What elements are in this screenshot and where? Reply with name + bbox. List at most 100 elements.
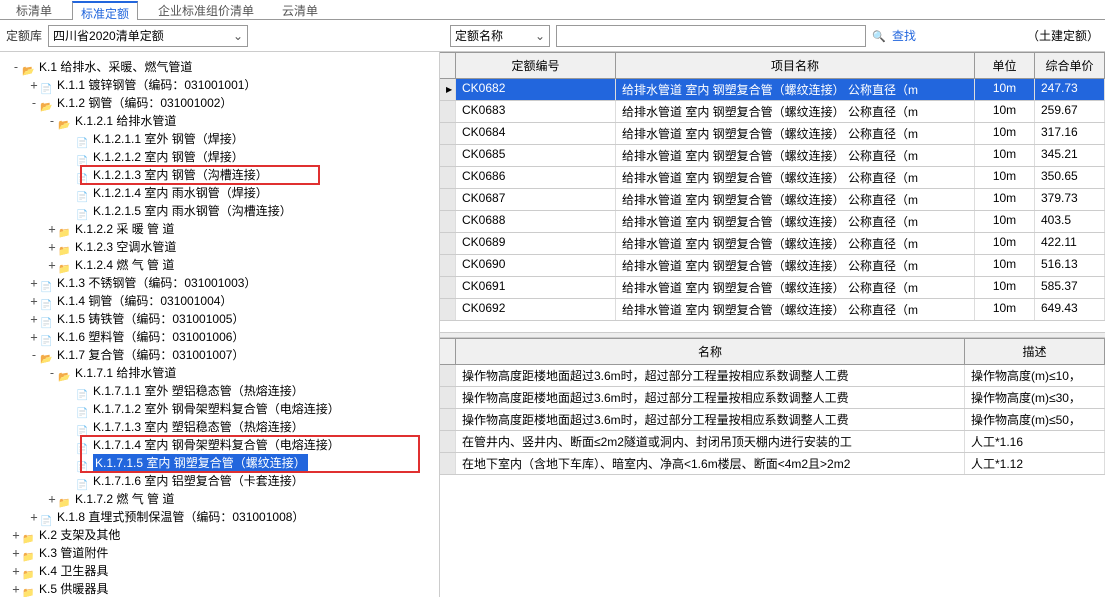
main-grid[interactable]: 定额编号 项目名称 单位 综合单价 CK0682给排水管道 室内 钢塑复合管（螺…: [440, 52, 1105, 332]
tree-label: K.1.7.1 给排水管道: [75, 364, 176, 382]
detail-grid[interactable]: 名称 描述 操作物高度距楼地面超过3.6m时，超过部分工程量按相应系数调整人工费…: [440, 338, 1105, 597]
tree-node[interactable]: K.1.2.1.1 室外 钢管（焊接）: [2, 130, 437, 148]
tree-node[interactable]: +K.4 卫生器具: [2, 562, 437, 580]
cell-price: 516.13: [1035, 255, 1105, 276]
tree-node[interactable]: +K.1.2.4 燃 气 管 道: [2, 256, 437, 274]
tree-node[interactable]: K.1.2.1.4 室内 雨水钢管（焊接）: [2, 184, 437, 202]
table-row[interactable]: 操作物高度距楼地面超过3.6m时，超过部分工程量按相应系数调整人工费操作物高度(…: [440, 409, 1105, 431]
table-row[interactable]: 操作物高度距楼地面超过3.6m时，超过部分工程量按相应系数调整人工费操作物高度(…: [440, 365, 1105, 387]
expand-icon[interactable]: +: [28, 328, 40, 346]
table-row[interactable]: CK0684给排水管道 室内 钢塑复合管（螺纹连接） 公称直径（m10m317.…: [440, 123, 1105, 145]
tab-0[interactable]: 标清单: [8, 0, 60, 19]
find-button[interactable]: 查找: [892, 27, 916, 44]
cell-desc: 操作物高度(m)≤30，: [965, 387, 1105, 408]
tab-3[interactable]: 云清单: [274, 0, 326, 19]
file-icon: [40, 313, 54, 325]
expand-icon[interactable]: +: [28, 76, 40, 94]
table-row[interactable]: CK0691给排水管道 室内 钢塑复合管（螺纹连接） 公称直径（m10m585.…: [440, 277, 1105, 299]
tree-node[interactable]: +K.1.8 直埋式预制保温管（编码：031001008）: [2, 508, 437, 526]
table-row[interactable]: CK0686给排水管道 室内 钢塑复合管（螺纹连接） 公称直径（m10m350.…: [440, 167, 1105, 189]
filter-select[interactable]: 定额名称 ⌄: [450, 25, 550, 47]
table-row[interactable]: CK0688给排水管道 室内 钢塑复合管（螺纹连接） 公称直径（m10m403.…: [440, 211, 1105, 233]
chevron-down-icon: ⌄: [535, 29, 545, 43]
tree-node[interactable]: -K.1.2.1 给排水管道: [2, 112, 437, 130]
tab-1[interactable]: 标准定额: [72, 1, 138, 20]
tree-node[interactable]: +K.5 供暖器具: [2, 580, 437, 597]
table-row[interactable]: CK0692给排水管道 室内 钢塑复合管（螺纹连接） 公称直径（m10m649.…: [440, 299, 1105, 321]
expand-icon[interactable]: +: [10, 544, 22, 562]
tree-node[interactable]: -K.1.7 复合管（编码：031001007）: [2, 346, 437, 364]
cell-price: 345.21: [1035, 145, 1105, 166]
tree-node[interactable]: + K.1.4 铜管（编码：031001004）: [2, 292, 437, 310]
table-row[interactable]: CK0683给排水管道 室内 钢塑复合管（螺纹连接） 公称直径（m10m259.…: [440, 101, 1105, 123]
tree-node[interactable]: +K.2 支架及其他: [2, 526, 437, 544]
tree-node[interactable]: K.1.2.1.5 室内 雨水钢管（沟槽连接）: [2, 202, 437, 220]
table-row[interactable]: CK0685给排水管道 室内 钢塑复合管（螺纹连接） 公称直径（m10m345.…: [440, 145, 1105, 167]
expand-icon[interactable]: +: [10, 562, 22, 580]
expand-icon[interactable]: +: [46, 220, 58, 238]
expand-icon[interactable]: +: [28, 310, 40, 328]
table-row[interactable]: CK0690给排水管道 室内 钢塑复合管（螺纹连接） 公称直径（m10m516.…: [440, 255, 1105, 277]
toolbar: 定额库 四川省2020清单定额 ⌄ 定额名称 ⌄ 查找 （土建定额）: [0, 20, 1105, 52]
detail-col-name[interactable]: 名称: [456, 339, 965, 364]
tree-panel[interactable]: -K.1 给排水、采暖、燃气管道+K.1.1 镀锌钢管（编码：031001001…: [0, 52, 440, 597]
table-row[interactable]: 在管井内、竖井内、断面≤2m2隧道或洞内、封闭吊顶天棚内进行安装的工人工*1.1…: [440, 431, 1105, 453]
expand-icon[interactable]: +: [10, 526, 22, 544]
tree-node[interactable]: K.1.7.1.4 室内 钢骨架塑料复合管（电熔连接）: [2, 436, 437, 454]
expand-icon[interactable]: -: [10, 58, 22, 76]
expand-icon[interactable]: +: [46, 238, 58, 256]
tree-node[interactable]: K.1.2.1.3 室内 钢管（沟槽连接）: [2, 166, 437, 184]
expand-icon[interactable]: -: [28, 94, 40, 112]
file-icon: [40, 79, 54, 91]
tree-node[interactable]: +K.3 管道附件: [2, 544, 437, 562]
col-price[interactable]: 综合单价: [1035, 53, 1105, 78]
tree-node[interactable]: +K.1.1 镀锌钢管（编码：031001001）: [2, 76, 437, 94]
tree-node[interactable]: -K.1.2 钢管（编码：031001002）: [2, 94, 437, 112]
table-row[interactable]: 操作物高度距楼地面超过3.6m时，超过部分工程量按相应系数调整人工费操作物高度(…: [440, 387, 1105, 409]
tree-node[interactable]: K.1.7.1.3 室内 塑铝稳态管（热熔连接）: [2, 418, 437, 436]
expand-icon[interactable]: +: [46, 256, 58, 274]
tree-node[interactable]: + K.1.2.2 采 暖 管 道: [2, 220, 437, 238]
expand-icon[interactable]: +: [10, 580, 22, 597]
tree-node[interactable]: +K.1.7.2 燃 气 管 道: [2, 490, 437, 508]
cell-unit: 10m: [975, 123, 1035, 144]
cell-price: 379.73: [1035, 189, 1105, 210]
cell-code: CK0691: [456, 277, 616, 298]
detail-col-desc[interactable]: 描述: [965, 339, 1105, 364]
tree-node[interactable]: +K.1.6 塑料管（编码：031001006）: [2, 328, 437, 346]
search-input[interactable]: [556, 25, 866, 47]
tree-label: K.1.2.2 采 暖 管 道: [75, 220, 174, 238]
cell-unit: 10m: [975, 211, 1035, 232]
expand-icon[interactable]: -: [28, 346, 40, 364]
tab-2[interactable]: 企业标准组价清单: [150, 0, 262, 19]
folder-icon: [58, 259, 72, 271]
tree-node[interactable]: K.1.7.1.6 室内 铝塑复合管（卡套连接）: [2, 472, 437, 490]
cell-name: 给排水管道 室内 钢塑复合管（螺纹连接） 公称直径（m: [616, 101, 975, 122]
lib-select[interactable]: 四川省2020清单定额 ⌄: [48, 25, 248, 47]
expand-icon[interactable]: +: [46, 490, 58, 508]
table-row[interactable]: 在地下室内（含地下车库）、暗室内、净高<1.6m楼层、断面<4m2且>2m2人工…: [440, 453, 1105, 475]
expand-icon[interactable]: +: [28, 274, 40, 292]
tree-label: K.1.4 铜管（编码：031001004）: [57, 292, 232, 310]
expand-icon[interactable]: +: [28, 292, 40, 310]
tree-node[interactable]: +K.1.5 铸铁管（编码：031001005）: [2, 310, 437, 328]
tree-node[interactable]: K.1.2.1.2 室内 钢管（焊接）: [2, 148, 437, 166]
table-row[interactable]: CK0687给排水管道 室内 钢塑复合管（螺纹连接） 公称直径（m10m379.…: [440, 189, 1105, 211]
tree-node[interactable]: +K.1.3 不锈钢管（编码：031001003）: [2, 274, 437, 292]
tree-node[interactable]: K.1.7.1.5 室内 钢塑复合管（螺纹连接）: [2, 454, 437, 472]
expand-icon[interactable]: -: [46, 112, 58, 130]
table-row[interactable]: CK0689给排水管道 室内 钢塑复合管（螺纹连接） 公称直径（m10m422.…: [440, 233, 1105, 255]
col-name[interactable]: 项目名称: [616, 53, 975, 78]
tree-node[interactable]: -K.1 给排水、采暖、燃气管道: [2, 58, 437, 76]
expand-icon[interactable]: +: [28, 508, 40, 526]
table-row[interactable]: CK0682给排水管道 室内 钢塑复合管（螺纹连接） 公称直径（m10m247.…: [440, 79, 1105, 101]
tree-node[interactable]: K.1.7.1.1 室外 塑铝稳态管（热熔连接）: [2, 382, 437, 400]
tree-node[interactable]: K.1.7.1.2 室外 钢骨架塑料复合管（电熔连接）: [2, 400, 437, 418]
col-code[interactable]: 定额编号: [456, 53, 616, 78]
col-unit[interactable]: 单位: [975, 53, 1035, 78]
tree-node[interactable]: +K.1.2.3 空调水管道: [2, 238, 437, 256]
row-indicator: [440, 211, 456, 232]
cell-desc: 操作物高度(m)≤50，: [965, 409, 1105, 430]
tree-node[interactable]: -K.1.7.1 给排水管道: [2, 364, 437, 382]
expand-icon[interactable]: -: [46, 364, 58, 382]
